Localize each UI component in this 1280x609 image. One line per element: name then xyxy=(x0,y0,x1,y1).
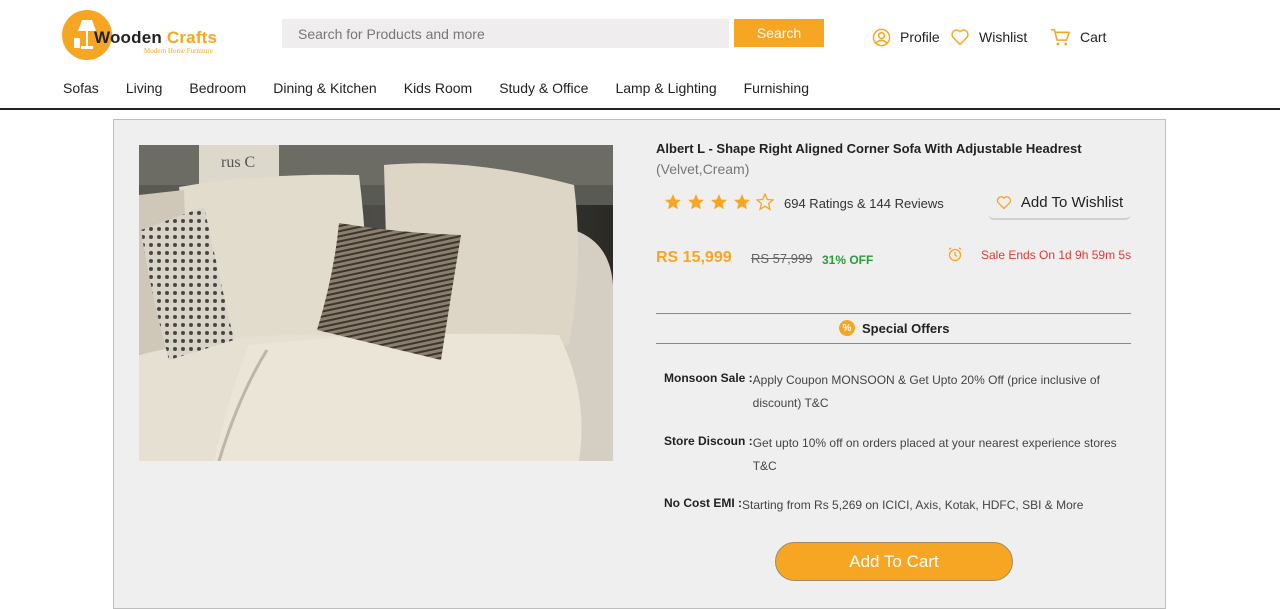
offer-text: Get upto 10% off on orders placed at you… xyxy=(752,436,1117,473)
user-circle-icon xyxy=(872,28,891,46)
site-header: Wooden Crafts Modern Home Furniture Sear… xyxy=(0,0,1280,110)
category-nav: Sofas Living Bedroom Dining & Kitchen Ki… xyxy=(63,80,836,96)
star-empty-icon xyxy=(756,193,774,211)
star-filled-icon xyxy=(665,194,681,210)
discount-badge: 31% OFF xyxy=(822,253,874,267)
add-to-wishlist-label: Add To Wishlist xyxy=(1020,193,1124,211)
special-offers-label: Special Offers xyxy=(862,320,950,336)
offer-label: Monsoon Sale : xyxy=(664,371,753,385)
star-filled-icon xyxy=(711,194,727,210)
product-image[interactable]: rus C xyxy=(139,145,613,461)
search-button[interactable]: Search xyxy=(734,19,824,47)
offer-label: No Cost EMI : xyxy=(664,496,742,510)
nav-item-dining-kitchen[interactable]: Dining & Kitchen xyxy=(273,80,377,96)
search-input[interactable] xyxy=(282,19,729,48)
wishlist-link[interactable]: Wishlist xyxy=(950,26,1027,48)
cart-icon xyxy=(1051,28,1070,45)
profile-link[interactable]: Profile xyxy=(872,26,940,48)
offer-text: Apply Coupon MONSOON & Get Upto 20% Off … xyxy=(752,373,1100,410)
brand-name: Wooden Crafts xyxy=(94,28,218,47)
photo-sign-text: rus C xyxy=(221,154,255,171)
divider-bottom xyxy=(656,343,1131,344)
profile-label: Profile xyxy=(900,29,940,45)
product-variant: (Velvet,Cream) xyxy=(656,161,750,177)
divider-top xyxy=(656,313,1131,314)
ratings-count[interactable]: 694 Ratings & 144 Reviews xyxy=(784,196,944,211)
nav-item-furnishing[interactable]: Furnishing xyxy=(744,80,809,96)
star-filled-icon xyxy=(688,194,704,210)
cart-link[interactable]: Cart xyxy=(1050,26,1106,48)
star-filled-icon xyxy=(734,194,750,210)
offer-no-cost-emi: No Cost EMI : Starting from Rs 5,269 on … xyxy=(664,494,1107,517)
add-to-wishlist-button[interactable]: Add To Wishlist xyxy=(988,186,1131,220)
nav-item-living[interactable]: Living xyxy=(126,80,163,96)
offer-store-discount: Store Discoun : Get upto 10% off on orde… xyxy=(664,432,1118,478)
offer-text: Starting from Rs 5,269 on ICICI, Axis, K… xyxy=(742,498,1084,512)
nav-item-lamp-lighting[interactable]: Lamp & Lighting xyxy=(615,80,716,96)
star-rating xyxy=(664,193,774,211)
wishlist-label: Wishlist xyxy=(979,29,1028,45)
heart-icon xyxy=(996,195,1012,209)
offer-label: Store Discoun : xyxy=(664,434,753,448)
special-offers-heading: % Special Offers xyxy=(839,320,949,336)
offer-percent-icon: % xyxy=(839,320,855,336)
add-to-cart-button[interactable]: Add To Cart xyxy=(775,542,1013,581)
nav-item-study-office[interactable]: Study & Office xyxy=(499,80,588,96)
nav-item-sofas[interactable]: Sofas xyxy=(63,80,99,96)
heart-icon xyxy=(951,29,969,46)
offer-monsoon-sale: Monsoon Sale : Apply Coupon MONSOON & Ge… xyxy=(664,369,1118,415)
cart-label: Cart xyxy=(1080,29,1107,45)
original-price: RS 57,999 xyxy=(751,251,813,266)
sale-price: RS 15,999 xyxy=(656,249,732,266)
sale-countdown: Sale Ends On 1d 9h 59m 5s xyxy=(981,248,1132,262)
brand-tagline: Modern Home Furniture xyxy=(144,47,213,55)
nav-item-bedroom[interactable]: Bedroom xyxy=(189,80,246,96)
brand-logo[interactable]: Wooden Crafts Modern Home Furniture xyxy=(62,10,237,60)
product-panel: rus C Albert L - Shape Right Aligned Cor… xyxy=(113,119,1166,609)
nav-item-kids-room[interactable]: Kids Room xyxy=(404,80,472,96)
product-title: Albert L - Shape Right Aligned Corner So… xyxy=(656,141,1082,156)
alarm-clock-icon xyxy=(948,247,962,262)
sofa-photo: rus C xyxy=(139,145,613,461)
